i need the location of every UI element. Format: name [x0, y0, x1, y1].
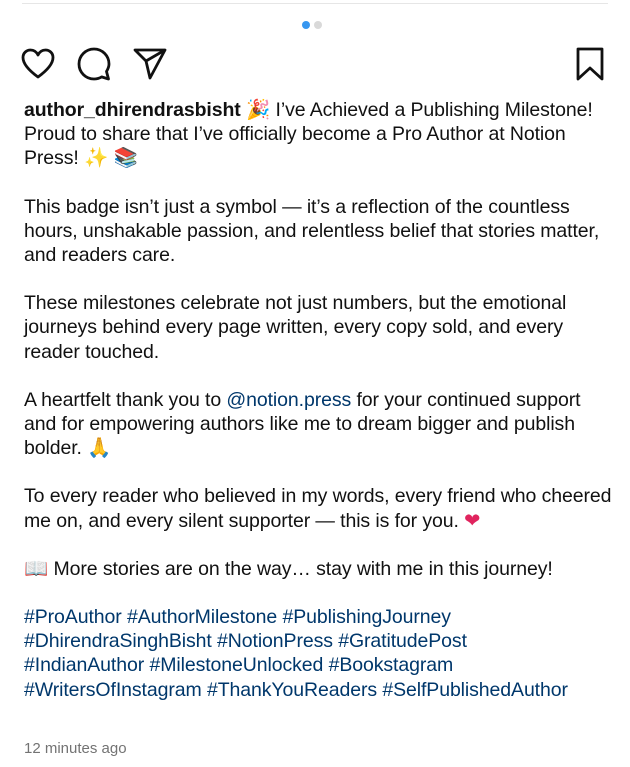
- mention-link[interactable]: @notion.press: [226, 389, 351, 411]
- paper-plane-icon: [133, 48, 167, 80]
- save-button[interactable]: [572, 46, 608, 82]
- hashtag-link[interactable]: #PublishingJourney: [282, 606, 451, 628]
- caption-paragraph: This badge isn’t just a symbol — it’s a …: [24, 195, 600, 267]
- caption-thanks-paragraph: A heartfelt thank you to @notion.press f…: [24, 388, 614, 461]
- sparkles-emoji: ✨: [84, 146, 109, 170]
- hashtag-link[interactable]: #NotionPress: [217, 630, 333, 652]
- hashtag-link[interactable]: #ProAuthor: [24, 606, 122, 628]
- caption-intro: author_dhirendrasbisht 🎉 I’ve Achieved a…: [24, 98, 614, 171]
- hashtag-list: #ProAuthor #AuthorMilestone #PublishingJ…: [24, 605, 614, 702]
- username-link[interactable]: author_dhirendrasbisht: [24, 99, 241, 121]
- carousel-dot-active: [302, 21, 310, 29]
- caption-text: More stories are on the way… stay with m…: [53, 557, 553, 580]
- heart-icon: [21, 48, 55, 79]
- hashtag-link[interactable]: #IndianAuthor: [24, 654, 144, 676]
- caption-paragraph: These milestones celebrate not just numb…: [24, 292, 567, 363]
- caption-supporters-paragraph: To every reader who believed in my words…: [24, 484, 614, 532]
- post-action-bar: [20, 46, 608, 82]
- hashtag-link[interactable]: #DhirendraSinghBisht: [24, 630, 212, 652]
- hashtag-link[interactable]: #SelfPublishedAuthor: [382, 679, 568, 701]
- books-emoji: 📚: [113, 146, 138, 170]
- bookmark-icon: [576, 47, 604, 81]
- party-emoji: 🎉: [246, 98, 271, 121]
- post-caption: author_dhirendrasbisht 🎉 I’ve Achieved a…: [24, 98, 614, 726]
- share-button[interactable]: [132, 46, 168, 82]
- hashtag-link[interactable]: #GratitudePost: [338, 630, 467, 652]
- comment-icon: [77, 47, 111, 81]
- pray-emoji: 🙏: [87, 436, 112, 460]
- caption-text: To every reader who believed in my words…: [24, 485, 612, 532]
- post-timestamp: 12 minutes ago: [24, 740, 127, 757]
- like-button[interactable]: [20, 46, 56, 82]
- post-view: author_dhirendrasbisht 🎉 I’ve Achieved a…: [0, 0, 630, 767]
- hashtag-link[interactable]: #ThankYouReaders: [207, 679, 377, 701]
- carousel-indicator: [302, 21, 322, 29]
- hashtag-link[interactable]: #MilestoneUnlocked: [149, 654, 323, 676]
- caption-headline: I’ve Achieved a Publishing Milestone!: [275, 99, 593, 121]
- divider: [22, 3, 608, 4]
- hashtag-link[interactable]: #Bookstagram: [329, 654, 454, 676]
- caption-closing-paragraph: 📖 More stories are on the way… stay with…: [24, 557, 614, 581]
- red-heart-emoji: ❤: [464, 508, 481, 532]
- hashtag-link[interactable]: #WritersOfInstagram: [24, 679, 202, 701]
- comment-button[interactable]: [76, 46, 112, 82]
- open-book-emoji: 📖: [24, 556, 49, 580]
- caption-text: A heartfelt thank you to: [24, 388, 222, 411]
- hashtag-link[interactable]: #AuthorMilestone: [127, 606, 277, 628]
- carousel-dot: [314, 21, 322, 29]
